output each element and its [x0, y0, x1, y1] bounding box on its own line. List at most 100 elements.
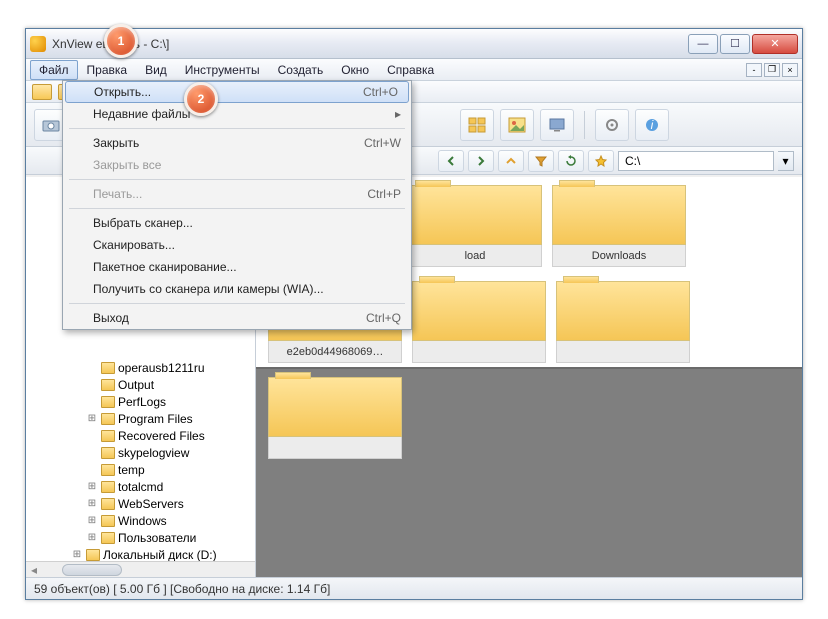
gear-icon — [603, 117, 621, 133]
thumbnail-item[interactable] — [412, 281, 546, 367]
star-icon — [595, 155, 607, 167]
menu-item-wia[interactable]: Получить со сканера или камеры (WIA)... — [63, 278, 411, 300]
menu-item-close[interactable]: Закрыть Ctrl+W — [63, 132, 411, 154]
status-bar: 59 объект(ов) [ 5.00 Гб ] [Свободно на д… — [26, 577, 802, 599]
titlebar: XnView еватель - C:\] — ☐ ✕ — [26, 29, 802, 59]
menu-item-recent[interactable]: Недавние файлы ▸ — [63, 103, 411, 125]
arrow-right-icon — [475, 155, 487, 167]
tree-twisty-icon[interactable]: ⊞ — [71, 549, 83, 560]
menu-window[interactable]: Окно — [332, 60, 378, 80]
menu-label: Выход — [93, 311, 129, 325]
toolbar-fullscreen-button[interactable] — [540, 109, 574, 141]
menu-tools[interactable]: Инструменты — [176, 60, 269, 80]
menu-view[interactable]: Вид — [136, 60, 176, 80]
folder-icon — [101, 430, 115, 442]
menu-file[interactable]: Файл — [30, 60, 78, 80]
menu-create[interactable]: Создать — [269, 60, 333, 80]
tree-row[interactable]: operausb1211ru — [26, 359, 255, 376]
tree-row[interactable]: ⊞Пользователи — [26, 529, 255, 546]
menu-item-select-scanner[interactable]: Выбрать сканер... — [63, 212, 411, 234]
arrow-left-icon — [445, 155, 457, 167]
tree-row[interactable]: skypelogview — [26, 444, 255, 461]
menu-item-batch-scan[interactable]: Пакетное сканирование... — [63, 256, 411, 278]
maximize-button[interactable]: ☐ — [720, 34, 750, 54]
tree-row[interactable]: temp — [26, 461, 255, 478]
menubar: Файл Правка Вид Инструменты Создать Окно… — [26, 59, 802, 81]
funnel-icon — [535, 155, 547, 167]
menu-label: Выбрать сканер... — [93, 216, 193, 230]
tree-twisty-icon[interactable]: ⊞ — [86, 532, 98, 543]
thumbnail-label — [556, 341, 690, 363]
tree-label: Windows — [118, 514, 167, 528]
nav-up-button[interactable] — [498, 150, 524, 172]
tree-twisty-icon[interactable]: ⊞ — [86, 413, 98, 424]
address-input[interactable] — [625, 154, 767, 168]
scroll-thumb[interactable] — [62, 564, 122, 576]
thumbnail-item[interactable]: load — [408, 185, 542, 271]
menu-shortcut: Ctrl+Q — [366, 311, 401, 325]
toolbar-image-button[interactable] — [500, 109, 534, 141]
mdi-restore-button[interactable]: ❐ — [764, 63, 780, 77]
annotation-callout-2: 2 — [184, 82, 218, 116]
camera-icon — [42, 117, 60, 133]
menu-help[interactable]: Справка — [378, 60, 443, 80]
thumbnail-label: Downloads — [552, 245, 686, 267]
mdi-minimize-button[interactable]: - — [746, 63, 762, 77]
thumbnail-item[interactable] — [268, 377, 402, 463]
toolbar-info-button[interactable]: i — [635, 109, 669, 141]
toolbar-browse-button[interactable] — [460, 109, 494, 141]
minimize-button[interactable]: — — [688, 34, 718, 54]
svg-text:i: i — [651, 118, 654, 132]
menu-item-exit[interactable]: Выход Ctrl+Q — [63, 307, 411, 329]
toolbar-settings-button[interactable] — [595, 109, 629, 141]
folder-icon — [101, 362, 115, 374]
menu-edit[interactable]: Правка — [78, 60, 137, 80]
address-dropdown-button[interactable]: ▾ — [778, 151, 794, 171]
address-bar[interactable] — [618, 151, 774, 171]
menu-separator — [69, 179, 405, 180]
tree-label: Локальный диск (D:) — [103, 548, 217, 562]
close-button[interactable]: ✕ — [752, 34, 798, 54]
menu-separator — [69, 208, 405, 209]
thumbnail-item[interactable] — [556, 281, 690, 367]
nav-favorites-button[interactable] — [588, 150, 614, 172]
status-text: 59 объект(ов) [ 5.00 Гб ] [Свободно на д… — [34, 582, 330, 596]
refresh-icon — [565, 155, 577, 167]
folder-icon — [101, 532, 115, 544]
nav-refresh-button[interactable] — [558, 150, 584, 172]
tree-label: Recovered Files — [118, 429, 205, 443]
tree-label: Program Files — [118, 412, 193, 426]
nav-back-button[interactable] — [438, 150, 464, 172]
folder-icon — [86, 549, 100, 561]
menu-label: Печать... — [93, 187, 142, 201]
image-icon — [508, 117, 526, 133]
tree-row[interactable]: Output — [26, 376, 255, 393]
mdi-close-button[interactable]: × — [782, 63, 798, 77]
tree-row[interactable]: ⊞WebServers — [26, 495, 255, 512]
tree-label: skypelogview — [118, 446, 189, 460]
menu-item-scan[interactable]: Сканировать... — [63, 234, 411, 256]
folder-icon — [101, 464, 115, 476]
folder-icon — [101, 413, 115, 425]
tree-row[interactable]: ⊞totalcmd — [26, 478, 255, 495]
tree-twisty-icon[interactable]: ⊞ — [86, 498, 98, 509]
tree-row[interactable]: PerfLogs — [26, 393, 255, 410]
toolbar-separator — [584, 111, 585, 139]
menu-label: Открыть... — [94, 85, 151, 99]
window-title: XnView еватель - C:\] — [52, 37, 688, 51]
tree-row[interactable]: ⊞ Windows — [26, 512, 255, 529]
tree-row[interactable]: ⊞ Program Files — [26, 410, 255, 427]
folder-icon — [412, 281, 546, 341]
folder-icon — [101, 447, 115, 459]
tree-twisty-icon[interactable]: ⊞ — [86, 515, 98, 526]
nav-forward-button[interactable] — [468, 150, 494, 172]
submenu-arrow-icon: ▸ — [395, 107, 401, 121]
dock-tab-1[interactable] — [32, 84, 52, 100]
nav-filter-button[interactable] — [528, 150, 554, 172]
tree-horizontal-scrollbar[interactable]: ◂ — [26, 561, 255, 577]
tree-twisty-icon[interactable]: ⊞ — [86, 481, 98, 492]
folder-icon — [101, 379, 115, 391]
menu-item-open[interactable]: Открыть... Ctrl+O — [65, 81, 409, 103]
tree-row[interactable]: Recovered Files — [26, 427, 255, 444]
thumbnail-item[interactable]: Downloads — [552, 185, 686, 271]
